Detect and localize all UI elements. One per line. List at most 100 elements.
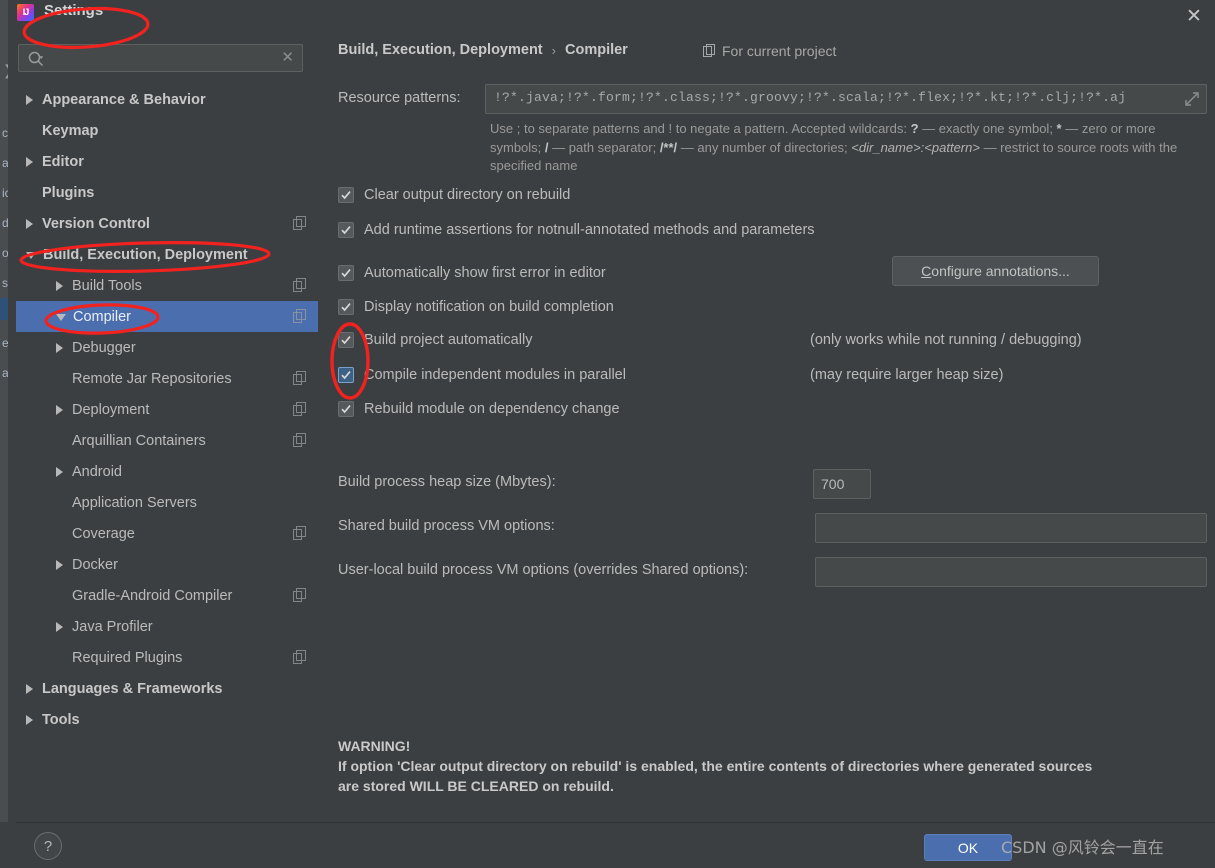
checkbox-row[interactable]: Display notification on build completion [338, 299, 614, 315]
field-input[interactable] [815, 557, 1207, 587]
sidebar-item-coverage[interactable]: Coverage [16, 518, 318, 549]
chevron-right-icon[interactable] [56, 621, 63, 632]
checkbox-label: Display notification on build completion [364, 299, 614, 315]
dialog-title: Settings [44, 2, 104, 19]
breadcrumb-current: Compiler [564, 42, 628, 58]
chevron-right-icon[interactable] [26, 218, 33, 229]
settings-dialog: IJ Settings ✕ ✕ Appearance & Behavior Key… [8, 0, 1215, 868]
configure-annotations-button[interactable]: Configure annotations... [892, 256, 1099, 286]
sidebar-item-label: Tools [42, 711, 80, 728]
chevron-right-icon[interactable] [56, 466, 63, 477]
sidebar-item-label: Compiler [73, 308, 132, 325]
sidebar-item-android[interactable]: Android [16, 456, 318, 487]
project-level-icon [293, 650, 306, 664]
checkbox-label: Add runtime assertions for notnull-annot… [364, 222, 815, 238]
checkbox-rebuild-module-on-dependency-change[interactable] [338, 401, 354, 417]
checkbox-build-project-automatically[interactable] [338, 332, 354, 348]
checkmark-icon [341, 226, 351, 235]
sidebar-item-appearance-behavior[interactable]: Appearance & Behavior [16, 84, 318, 115]
field-input[interactable] [813, 469, 871, 499]
configure-annotations-mnemonic: C [921, 263, 932, 279]
warning-title: WARNING! [338, 738, 411, 754]
checkbox-clear-output-directory-on-rebuild[interactable] [338, 187, 354, 203]
sidebar-item-languages-frameworks[interactable]: Languages & Frameworks [16, 673, 318, 704]
field-label: Shared build process VM options: [338, 518, 555, 534]
expand-icon[interactable] [1183, 90, 1201, 108]
resource-patterns-field[interactable]: !?*.java;!?*.form;!?*.class;!?*.groovy;!… [485, 84, 1207, 114]
clear-search-icon[interactable]: ✕ [281, 49, 294, 67]
checkbox-row[interactable]: Build project automatically [338, 332, 532, 348]
sidebar-item-deployment[interactable]: Deployment [16, 394, 318, 425]
search-input[interactable] [49, 45, 288, 73]
chevron-right-icon[interactable] [56, 559, 63, 570]
checkbox-row[interactable]: Compile independent modules in parallel [338, 367, 626, 383]
checkbox-row[interactable]: Add runtime assertions for notnull-annot… [338, 222, 815, 238]
ok-button[interactable]: OK [924, 834, 1012, 861]
help-text-5: — path separator; [548, 139, 660, 155]
sidebar-item-plugins[interactable]: Plugins [16, 177, 318, 208]
settings-sidebar: ✕ Appearance & Behavior Keymap Editor Plugi… [16, 36, 318, 822]
chevron-right-icon[interactable] [56, 342, 63, 353]
sidebar-item-label: Application Servers [72, 494, 197, 511]
chevron-right-icon[interactable] [26, 714, 33, 725]
checkbox-label: Automatically show first error in editor [364, 265, 606, 281]
sidebar-item-compiler[interactable]: Compiler [16, 301, 318, 332]
sidebar-item-editor[interactable]: Editor [16, 146, 318, 177]
breadcrumb-root[interactable]: Build, Execution, Deployment [338, 42, 543, 58]
help-icon[interactable]: ? [34, 832, 62, 860]
scope-label: For current project [722, 43, 837, 59]
intellij-idea-icon: IJ [17, 4, 34, 21]
sidebar-item-label: Docker [72, 556, 118, 573]
project-level-icon [293, 309, 306, 323]
field-label: User-local build process VM options (ove… [338, 562, 749, 578]
sidebar-item-label: Version Control [42, 215, 150, 232]
checkbox-add-runtime-assertions-for-notnull-annotated-methods-and-parameters[interactable] [338, 222, 354, 238]
sidebar-item-label: Required Plugins [72, 649, 183, 666]
checkbox-display-notification-on-build-completion[interactable] [338, 299, 354, 315]
checkbox-automatically-show-first-error-in-editor[interactable] [338, 265, 354, 281]
close-icon[interactable]: ✕ [1179, 3, 1209, 29]
checkbox-compile-independent-modules-in-parallel[interactable] [338, 367, 354, 383]
checkbox-row[interactable]: Rebuild module on dependency change [338, 401, 620, 417]
chevron-right-icon[interactable] [26, 683, 33, 694]
sidebar-item-label: Java Profiler [72, 618, 153, 635]
breadcrumb-separator-icon: › [551, 42, 556, 58]
sidebar-item-build-execution-deployment[interactable]: Build, Execution, Deployment [16, 239, 318, 270]
checkbox-row[interactable]: Clear output directory on rebuild [338, 187, 570, 203]
sidebar-item-arquillian-containers[interactable]: Arquillian Containers [16, 425, 318, 456]
sidebar-item-build-tools[interactable]: Build Tools [16, 270, 318, 301]
sidebar-item-required-plugins[interactable]: Required Plugins [16, 642, 318, 673]
sidebar-item-remote-jar-repositories[interactable]: Remote Jar Repositories [16, 363, 318, 394]
chevron-right-icon[interactable] [26, 156, 33, 167]
chevron-down-icon[interactable] [56, 314, 66, 321]
checkmark-icon [341, 269, 351, 278]
sidebar-item-label: Android [72, 463, 122, 480]
sidebar-item-label: Build, Execution, Deployment [43, 246, 248, 263]
sidebar-item-tools[interactable]: Tools [16, 704, 318, 735]
chevron-right-icon[interactable] [56, 280, 63, 291]
sidebar-item-version-control[interactable]: Version Control [16, 208, 318, 239]
checkbox-label: Build project automatically [364, 332, 533, 348]
project-level-icon [293, 433, 306, 447]
chevron-right-icon[interactable] [26, 94, 33, 105]
scope-indicator[interactable]: For current project [703, 43, 836, 59]
settings-search-box[interactable]: ✕ [18, 44, 303, 73]
sidebar-item-debugger[interactable]: Debugger [16, 332, 318, 363]
resource-patterns-help-text: Use ; to separate patterns and ! to nega… [490, 120, 1206, 176]
sidebar-item-label: Gradle-Android Compiler [72, 587, 233, 604]
sidebar-item-java-profiler[interactable]: Java Profiler [16, 611, 318, 642]
resource-patterns-value: !?*.java;!?*.form;!?*.class;!?*.groovy;!… [494, 90, 1127, 105]
checkbox-hint: (only works while not running / debuggin… [810, 332, 1082, 348]
sidebar-item-gradle-android-compiler[interactable]: Gradle-Android Compiler [16, 580, 318, 611]
field-input[interactable] [815, 513, 1207, 543]
project-level-icon [293, 278, 306, 292]
checkbox-row[interactable]: Automatically show first error in editor [338, 265, 606, 281]
sidebar-item-application-servers[interactable]: Application Servers [16, 487, 318, 518]
resource-patterns-label: Resource patterns: [338, 90, 461, 106]
chevron-right-icon[interactable] [56, 404, 63, 415]
sidebar-item-keymap[interactable]: Keymap [16, 115, 318, 146]
checkmark-icon [341, 303, 351, 312]
sidebar-item-docker[interactable]: Docker [16, 549, 318, 580]
chevron-down-icon[interactable] [26, 252, 36, 259]
help-wildcard-globstar: /**/ [659, 139, 678, 155]
